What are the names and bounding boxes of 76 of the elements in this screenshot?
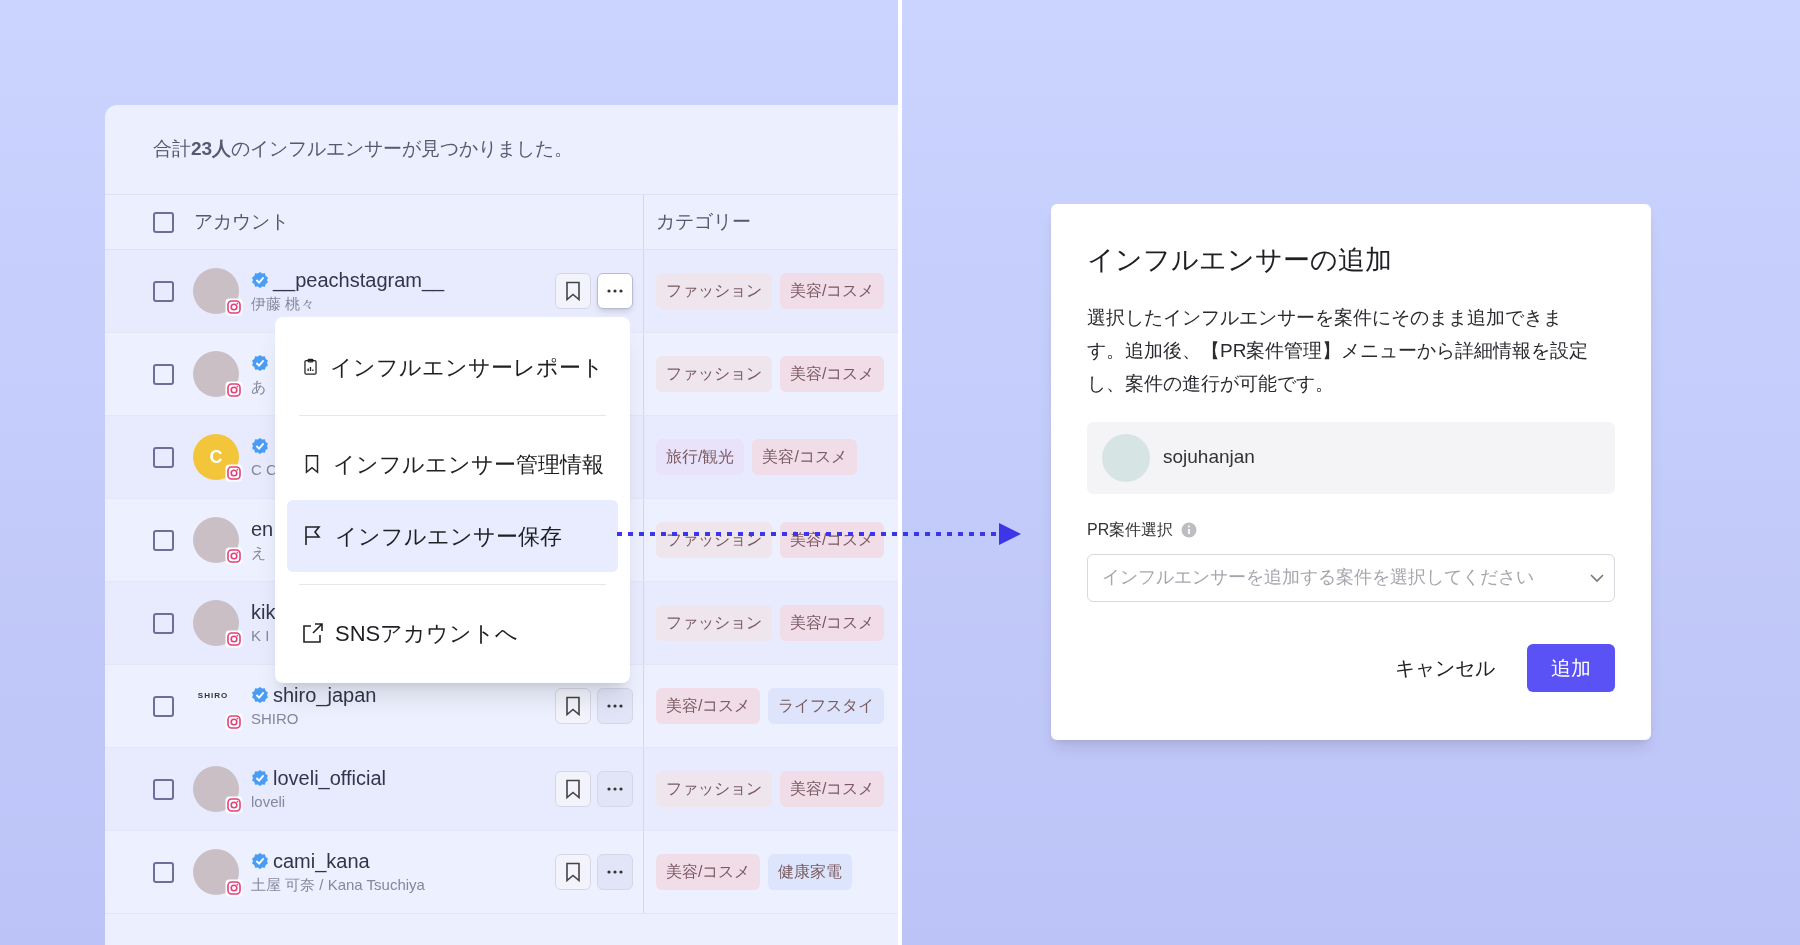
avatar <box>193 600 239 646</box>
checkbox[interactable] <box>153 363 174 385</box>
menu-item[interactable]: インフルエンサー保存 <box>287 500 618 572</box>
bookmark-icon <box>564 696 582 716</box>
account-name[interactable]: __peachstagram__ <box>273 264 445 295</box>
category-tag: ファッション <box>656 771 772 807</box>
category-tag: ファッション <box>656 605 772 641</box>
category-tag: 美容/コスメ <box>752 439 857 475</box>
chevron-down-icon <box>1590 572 1604 583</box>
account-name: sojuhanjan <box>1163 445 1255 470</box>
select-placeholder: インフルエンサーを追加する案件を選択してください <box>1102 566 1535 589</box>
category-tag: ファッション <box>656 356 772 392</box>
checkbox[interactable] <box>153 280 174 302</box>
category-tag: 健康家電 <box>768 854 853 890</box>
category-tag: 美容/コスメ <box>780 273 885 309</box>
field-label: PR案件選択 <box>1087 519 1174 540</box>
checkbox[interactable] <box>153 529 174 551</box>
info-icon <box>1181 521 1198 538</box>
avatar <box>193 849 239 895</box>
add-button[interactable]: 追加 <box>1527 643 1615 692</box>
category-tag: 美容/コスメ <box>656 688 761 724</box>
column-header: カテゴリー <box>656 209 751 234</box>
more-button[interactable] <box>597 273 633 309</box>
category-tag: 美容/コスメ <box>780 771 885 807</box>
account-subname: K I <box>251 625 270 646</box>
account-name[interactable]: shiro_japan <box>273 679 377 710</box>
checkbox[interactable] <box>153 211 174 233</box>
bookmark-button[interactable] <box>555 854 591 890</box>
logo-avatar: C <box>193 434 239 480</box>
camera-badge-icon <box>225 713 243 731</box>
category-tag: 美容/コスメ <box>780 605 885 641</box>
account-subname: え <box>251 542 266 563</box>
bookmark-button[interactable] <box>555 273 591 309</box>
account-name[interactable]: kik <box>251 596 276 627</box>
avatar <box>1102 433 1150 482</box>
bookmark-button[interactable] <box>555 688 591 724</box>
account-name[interactable]: loveli_official <box>273 762 387 793</box>
more-icon <box>607 704 623 708</box>
account-name[interactable]: en <box>251 513 274 544</box>
avatar <box>193 351 239 397</box>
external-link-icon <box>301 621 325 645</box>
account-subname: あ <box>251 376 266 397</box>
account-subname: 土屋 可奈 / Kana Tsuchiya <box>251 874 425 895</box>
category-tag: 美容/コスメ <box>780 356 885 392</box>
avatar <box>193 268 239 314</box>
category-tag: ライフスタイ <box>768 688 885 724</box>
dialog-description: 選択したインフルエンサーを案件にそのまま追加できます。追加後、【PR案件管理】メニューから詳細情報を設定し、案件の進行が可能です。 <box>1087 305 1590 396</box>
account-name[interactable]: cami_kana <box>273 845 370 876</box>
more-button[interactable] <box>597 688 633 724</box>
more-icon <box>607 289 623 293</box>
checkbox[interactable] <box>153 612 174 634</box>
checkbox[interactable] <box>153 446 174 468</box>
avatar <box>193 766 239 812</box>
account-subname: 伊藤 桃々 <box>251 293 316 314</box>
bookmark-icon <box>564 862 582 882</box>
logo-avatar: SHIRO <box>196 690 230 702</box>
bookmark-button[interactable] <box>555 771 591 807</box>
more-button[interactable] <box>597 771 633 807</box>
column-header: アカウント <box>194 209 289 234</box>
more-button[interactable] <box>597 854 633 890</box>
category-tag: 旅行/観光 <box>656 439 745 475</box>
bookmark-icon <box>564 281 582 301</box>
checkbox[interactable] <box>153 695 174 717</box>
category-tag: 美容/コスメ <box>656 854 761 890</box>
bookmark-icon <box>564 779 582 799</box>
checkbox[interactable] <box>153 778 174 800</box>
more-icon <box>607 787 623 791</box>
dialog-title: インフルエンサーの追加 <box>1087 244 1393 277</box>
cancel-button[interactable]: キャンセル <box>1387 643 1503 692</box>
checkbox[interactable] <box>153 861 174 883</box>
account-subname: SHIRO <box>251 708 299 729</box>
account-subname: loveli <box>251 791 286 812</box>
category-tag: ファッション <box>656 273 772 309</box>
more-icon <box>607 870 623 874</box>
results-summary: 合計23人のインフルエンサーが見つかりました。 <box>153 137 574 162</box>
avatar <box>193 517 239 563</box>
